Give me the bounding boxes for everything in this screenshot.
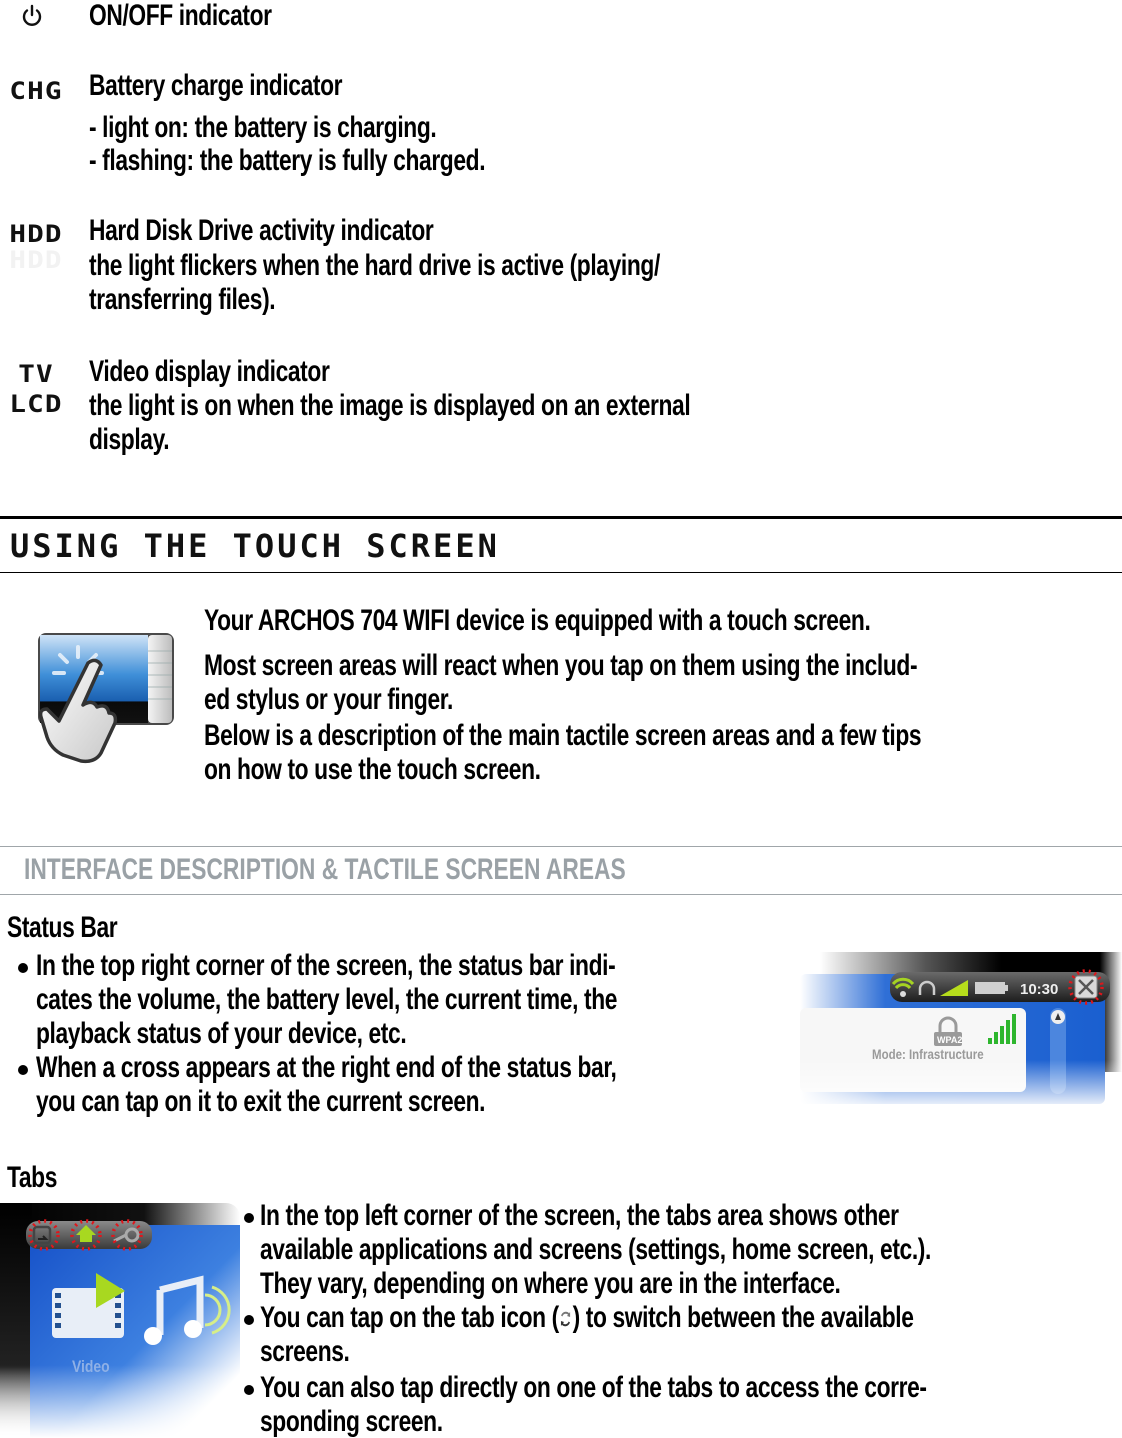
bullet [244,1213,254,1223]
status-bar-bullet-line: When a cross appears at the right end of… [36,1051,617,1084]
tabs-screenshot: Video [0,1195,240,1438]
status-bar-screenshot: 10:30 WPA2 Mode: Infrastructure [800,940,1122,1110]
intro-line: ed stylus or your finger. [204,683,453,716]
indicator-title-onoff: ON/OFF indicator [89,0,272,32]
tabs-bullet-line: available applications and screens (sett… [260,1233,931,1266]
svg-text:WPA2: WPA2 [937,1035,962,1045]
indicator-title-battery: Battery charge indicator [89,69,343,102]
subsection-rule-bottom [0,894,1122,895]
tv-label: TV [18,360,54,388]
tabs-bullet-text-after-icon: ) to switch between the available [572,1301,914,1334]
tabs-bullet-line: In the top left corner of the screen, th… [260,1199,899,1232]
indicator-line: - flashing: the battery is fully charged… [89,144,486,177]
power-icon [22,4,42,26]
tabs-bullet-line: You can tap on the tab icon ( ) to switch… [260,1300,914,1336]
section-title: USING THE TOUCH SCREEN [10,527,500,565]
indicator-title-hdd: Hard Disk Drive activity indicator [89,214,434,247]
bullet [18,1065,28,1075]
indicator-line: - light on: the battery is charging. [89,111,437,144]
status-bar-heading: Status Bar [7,911,118,944]
tabs-bullet-text-before-icon: You can tap on the tab icon ( [260,1301,559,1334]
intro-line: on how to use the touch screen. [204,753,541,786]
status-time: 10:30 [1020,981,1058,998]
wifi-mode-text: Mode: Infrastructure [872,1046,984,1062]
bullet [18,963,28,973]
section-rule-top [0,516,1122,519]
tabs-heading: Tabs [7,1161,58,1194]
hdd-label-ghost: HDD [9,246,63,274]
tabs-bullet-line: sponding screen. [260,1405,443,1438]
tab-switch-icon [561,1311,571,1327]
tabs-bullet-line: You can also tap directly on one of the … [260,1371,927,1404]
subsection-rule-top [0,846,1122,847]
indicator-line: the light flickers when the hard drive i… [89,249,660,282]
status-bar-bullet-line: playback status of your device, etc. [36,1017,407,1050]
section-rule-bottom [0,572,1122,573]
indicator-line: transferring files). [89,283,276,316]
tabs-bullet-line: screens. [260,1335,350,1368]
status-bar-bullet-line: you can tap on it to exit the current sc… [36,1085,486,1118]
bullet [244,1385,254,1395]
hdd-label: HDD [9,220,63,248]
lcd-label: LCD [9,390,63,418]
status-bar-bullet-line: cates the volume, the battery level, the… [36,983,618,1016]
intro-line: Your ARCHOS 704 WIFI device is equipped … [204,604,871,637]
video-label: Video [72,1357,110,1376]
status-bar-bullet-line: In the top right corner of the screen, t… [36,949,616,982]
subsection-title: INTERFACE DESCRIPTION & TACTILE SCREEN A… [24,853,626,886]
bullet [244,1315,254,1325]
tabs-bullet-line: They vary, depending on where you are in… [260,1267,841,1300]
chg-label: CHG [9,77,63,105]
indicator-line: the light is on when the image is displa… [89,389,691,422]
indicator-line: display. [89,423,170,456]
touch-screen-illustration [38,633,174,764]
intro-line: Below is a description of the main tacti… [204,719,922,752]
intro-line: Most screen areas will react when you ta… [204,649,918,682]
indicator-title-video: Video display indicator [89,355,330,388]
